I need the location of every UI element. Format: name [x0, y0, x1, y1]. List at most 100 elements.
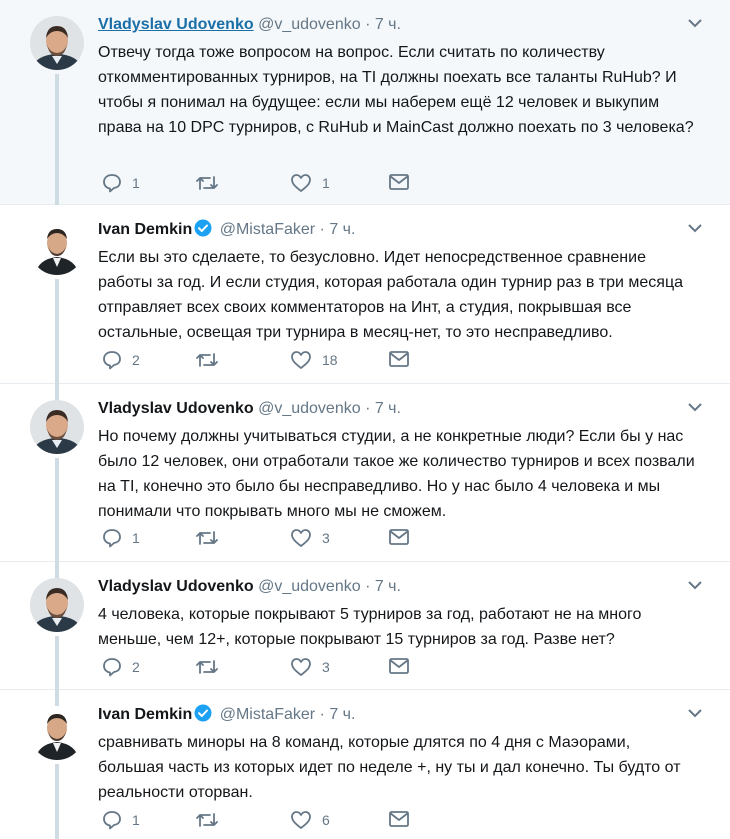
thread-line [55, 458, 59, 562]
thread-line [55, 562, 59, 578]
reply-button[interactable]: 1 [102, 528, 140, 548]
reply-button[interactable]: 2 [102, 350, 140, 370]
heart-icon [291, 174, 311, 192]
timestamp[interactable]: · 7 ч. [320, 221, 356, 238]
direct-message-button[interactable] [388, 173, 410, 191]
tweet-actions: 2 3 [98, 657, 438, 679]
envelope-icon [389, 658, 409, 674]
direct-message-button[interactable] [388, 528, 410, 546]
chevron-down-icon[interactable] [688, 18, 702, 28]
thread-line [55, 690, 59, 706]
author-name[interactable]: Vladyslav Udovenko [98, 400, 254, 417]
tweet-actions: 1 3 [98, 528, 438, 550]
heart-icon [291, 811, 311, 829]
tweet[interactable]: Vladyslav Udovenko @v_udovenko · 7 ч. Но… [0, 384, 730, 562]
like-count: 3 [322, 659, 330, 675]
like-button[interactable]: 6 [290, 810, 330, 830]
tweet-actions: 2 18 [98, 350, 438, 372]
reply-icon [103, 529, 121, 548]
thread-line [55, 74, 59, 205]
envelope-icon [389, 811, 409, 827]
like-button[interactable]: 18 [290, 350, 338, 370]
verified-badge-icon [194, 219, 212, 237]
author-name[interactable]: Ivan Demkin [98, 706, 192, 723]
reply-count: 1 [132, 812, 140, 828]
avatar[interactable] [30, 221, 84, 275]
reply-count: 2 [132, 352, 140, 368]
retweet-button[interactable] [196, 350, 228, 370]
like-count: 3 [322, 530, 330, 546]
tweet-header: Ivan Demkin @MistaFaker · 7 ч. [98, 219, 355, 241]
timestamp[interactable]: · 7 ч. [320, 706, 356, 723]
like-count: 1 [322, 175, 330, 191]
author-name[interactable]: Vladyslav Udovenko [98, 16, 254, 33]
tweet-text: Если вы это сделаете, то безусловно. Иде… [98, 249, 684, 341]
author-handle[interactable]: @v_udovenko [258, 16, 361, 33]
reply-icon [103, 811, 121, 830]
avatar[interactable] [30, 16, 84, 70]
avatar[interactable] [30, 578, 84, 632]
timestamp[interactable]: · 7 ч. [365, 578, 401, 595]
timestamp[interactable]: · 7 ч. [365, 400, 401, 417]
author-handle[interactable]: @MistaFaker [220, 706, 315, 723]
reply-button[interactable]: 1 [102, 173, 140, 193]
author-handle[interactable]: @MistaFaker [220, 221, 315, 238]
like-count: 18 [322, 352, 338, 368]
tweet-text: Но почему должны учитываться студии, а н… [98, 428, 695, 520]
tweet-actions: 1 1 [98, 173, 438, 195]
like-count: 6 [322, 812, 330, 828]
retweet-button[interactable] [196, 810, 228, 830]
avatar[interactable] [30, 400, 84, 454]
chevron-down-icon[interactable] [688, 223, 702, 233]
thread-line [55, 636, 59, 690]
reply-button[interactable]: 1 [102, 810, 140, 830]
reply-button[interactable]: 2 [102, 657, 140, 677]
tweet-header: Ivan Demkin @MistaFaker · 7 ч. [98, 704, 355, 726]
tweet[interactable]: Vladyslav Udovenko @v_udovenko · 7 ч. 4 … [0, 562, 730, 690]
retweet-icon [196, 176, 218, 190]
reply-icon [103, 174, 121, 193]
reply-count: 1 [132, 175, 140, 191]
tweet-text: сравнивать миноры на 8 команд, которые д… [98, 734, 681, 801]
tweet[interactable]: Ivan Demkin @MistaFaker · 7 ч. Если вы э… [0, 205, 730, 384]
tweet-text: Отвечу тогда тоже вопросом на вопрос. Ес… [98, 44, 694, 136]
reply-count: 1 [132, 530, 140, 546]
thread-line [55, 279, 59, 384]
tweet-text: 4 человека, которые покрывают 5 турниров… [98, 606, 642, 648]
heart-icon [291, 351, 311, 369]
retweet-icon [196, 353, 218, 367]
like-button[interactable]: 3 [290, 657, 330, 677]
verified-badge-icon [194, 704, 212, 722]
author-handle[interactable]: @v_udovenko [258, 400, 361, 417]
direct-message-button[interactable] [388, 350, 410, 368]
reply-count: 2 [132, 659, 140, 675]
author-handle[interactable]: @v_udovenko [258, 578, 361, 595]
chevron-down-icon[interactable] [688, 708, 702, 718]
retweet-icon [196, 531, 218, 545]
heart-icon [291, 529, 311, 547]
author-name[interactable]: Ivan Demkin [98, 221, 192, 238]
direct-message-button[interactable] [388, 657, 410, 675]
tweet-header: Vladyslav Udovenko @v_udovenko · 7 ч. [98, 576, 401, 598]
envelope-icon [389, 174, 409, 190]
tweet-header: Vladyslav Udovenko @v_udovenko · 7 ч. [98, 398, 401, 420]
envelope-icon [389, 529, 409, 545]
like-button[interactable]: 3 [290, 528, 330, 548]
chevron-down-icon[interactable] [688, 402, 702, 412]
tweet-header: Vladyslav Udovenko @v_udovenko · 7 ч. [98, 14, 401, 36]
reply-icon [103, 658, 121, 677]
like-button[interactable]: 1 [290, 173, 330, 193]
envelope-icon [389, 351, 409, 367]
tweet[interactable]: Vladyslav Udovenko @v_udovenko · 7 ч. От… [0, 0, 730, 205]
retweet-button[interactable] [196, 657, 228, 677]
direct-message-button[interactable] [388, 810, 410, 828]
chevron-down-icon[interactable] [688, 580, 702, 590]
timestamp[interactable]: · 7 ч. [365, 16, 401, 33]
tweet[interactable]: Ivan Demkin @MistaFaker · 7 ч. сравниват… [0, 690, 730, 839]
retweet-button[interactable] [196, 528, 228, 548]
retweet-button[interactable] [196, 173, 228, 193]
avatar[interactable] [30, 706, 84, 760]
heart-icon [291, 658, 311, 676]
author-name[interactable]: Vladyslav Udovenko [98, 578, 254, 595]
retweet-icon [196, 660, 218, 674]
